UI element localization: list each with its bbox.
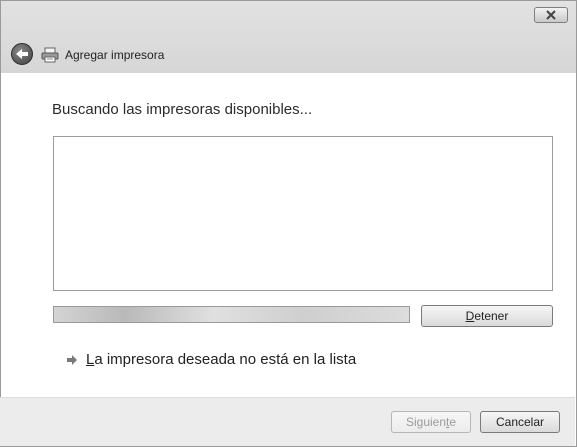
arrow-right-icon xyxy=(67,354,77,365)
window-title: Agregar impresora xyxy=(65,48,165,62)
printer-icon xyxy=(41,47,59,63)
cancel-button-label: Cancelar xyxy=(495,415,545,429)
title-bar: Agregar impresora xyxy=(1,1,576,73)
printer-list[interactable] xyxy=(53,136,553,291)
printer-not-listed-label: La impresora deseada no está en la lista xyxy=(86,351,357,368)
back-arrow-icon xyxy=(16,49,28,59)
cancel-button[interactable]: Cancelar xyxy=(480,411,560,433)
close-button[interactable] xyxy=(534,7,568,23)
stop-button[interactable]: Detener xyxy=(421,305,553,327)
progress-fill xyxy=(54,307,409,322)
back-button[interactable] xyxy=(11,43,33,65)
search-progress-bar xyxy=(53,306,410,323)
printer-not-listed-link[interactable]: La impresora deseada no está en la lista xyxy=(66,351,356,368)
stop-button-label: Detener xyxy=(465,309,509,323)
next-button-label: Siguiente xyxy=(405,415,457,429)
page-heading: Buscando las impresoras disponibles... xyxy=(52,101,313,118)
next-button[interactable]: Siguiente xyxy=(391,411,471,433)
close-icon xyxy=(546,10,556,20)
